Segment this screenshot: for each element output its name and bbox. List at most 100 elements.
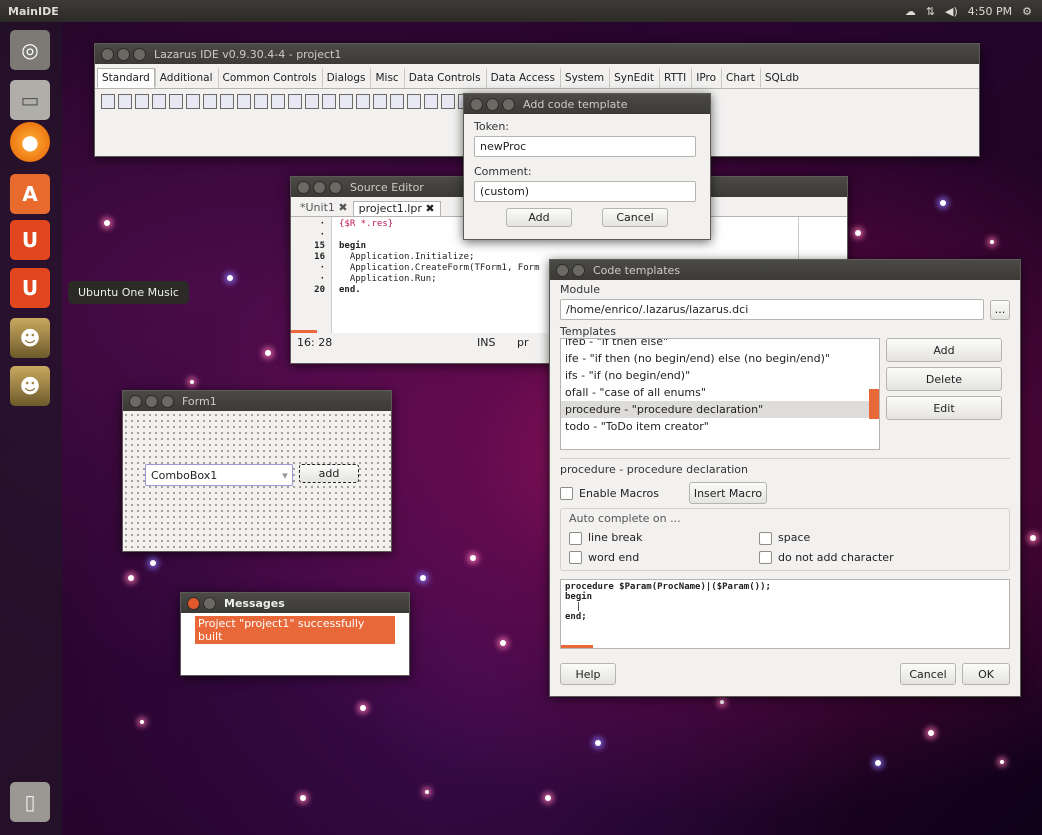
component-icon[interactable] (118, 94, 132, 109)
close-icon[interactable] (101, 47, 114, 61)
palette-tab[interactable]: IPro (691, 68, 721, 88)
cancel-button[interactable]: Cancel (602, 208, 668, 227)
close-icon[interactable]: ✖ (425, 202, 434, 215)
help-button[interactable]: Help (560, 663, 616, 685)
network-icon[interactable]: ⇅ (926, 5, 935, 18)
template-item[interactable]: ifs - "if (no begin/end)" (561, 367, 879, 384)
maximize-icon[interactable] (329, 180, 342, 194)
templates-list[interactable]: ifeb - "if then else" ife - "if then (no … (560, 338, 880, 450)
component-icon[interactable] (271, 94, 285, 109)
component-icon[interactable] (288, 94, 302, 109)
checkbox-box[interactable] (569, 551, 582, 564)
component-icon[interactable] (305, 94, 319, 109)
component-icon[interactable] (254, 94, 268, 109)
firefox-icon[interactable]: ● (10, 122, 50, 162)
module-path-input[interactable]: /home/enrico/.lazarus/lazarus.dci (560, 299, 984, 320)
palette-tab[interactable]: Standard (97, 68, 155, 88)
maximize-icon[interactable] (502, 97, 515, 111)
design-grid[interactable]: ComboBox1 ▾ add (123, 412, 391, 551)
checkbox-box[interactable] (759, 531, 772, 545)
checkbox-box[interactable] (759, 551, 772, 564)
delete-button[interactable]: Delete (886, 367, 1002, 391)
template-item[interactable]: procedure - "procedure declaration" (561, 401, 879, 418)
component-icon[interactable] (441, 94, 455, 109)
component-icon[interactable] (407, 94, 421, 109)
token-input[interactable]: newProc (474, 136, 696, 157)
minimize-icon[interactable] (313, 180, 326, 194)
component-icon[interactable] (135, 94, 149, 109)
palette-tab[interactable]: System (559, 68, 609, 88)
palette-tab[interactable]: Additional (154, 68, 218, 88)
template-item[interactable]: ofall - "case of all enums" (561, 384, 879, 401)
palette-tab[interactable]: Data Access (485, 68, 560, 88)
ok-button[interactable]: OK (962, 663, 1010, 685)
scrollbar-thumb[interactable] (869, 389, 879, 419)
volume-icon[interactable]: ◀) (945, 5, 958, 18)
component-icon[interactable] (237, 94, 251, 109)
template-item[interactable]: ife - "if then (no begin/end) else (no b… (561, 350, 879, 367)
close-icon[interactable] (129, 394, 142, 408)
word-end-checkbox[interactable]: word end (569, 551, 759, 564)
editor-tab[interactable]: project1.lpr ✖ (352, 201, 441, 216)
palette-tab[interactable]: SQLdb (759, 68, 804, 88)
close-icon[interactable] (297, 180, 310, 194)
add-button[interactable]: add (299, 464, 359, 483)
files-icon[interactable]: ▭ (10, 80, 50, 120)
edit-button[interactable]: Edit (886, 396, 1002, 420)
clock[interactable]: 4:50 PM (968, 5, 1012, 18)
minimize-icon[interactable] (145, 394, 158, 408)
palette-tab[interactable]: Common Controls (217, 68, 322, 88)
checkbox-box[interactable] (569, 531, 582, 545)
palette-tab[interactable]: RTTI (658, 68, 691, 88)
close-icon[interactable] (187, 596, 200, 610)
space-checkbox[interactable]: space (759, 531, 1001, 545)
template-item[interactable]: ifeb - "if then else" (561, 339, 879, 350)
lazarus-icon[interactable]: ☻ (10, 366, 50, 406)
minimize-icon[interactable] (117, 47, 130, 61)
palette-tab[interactable]: Misc (370, 68, 403, 88)
component-icon[interactable] (152, 94, 166, 109)
palette-tab[interactable]: Data Controls (403, 68, 486, 88)
enable-macros-checkbox[interactable]: Enable Macros (560, 486, 659, 500)
add-button[interactable]: Add (886, 338, 1002, 362)
trash-icon[interactable]: ▯ (10, 782, 50, 822)
add-button[interactable]: Add (506, 208, 572, 227)
component-icon[interactable] (101, 94, 115, 109)
close-icon[interactable]: ✖ (338, 201, 347, 214)
comment-input[interactable]: (custom) (474, 181, 696, 202)
minimize-icon[interactable] (486, 97, 499, 111)
chevron-down-icon[interactable]: ▾ (278, 469, 292, 482)
component-icon[interactable] (203, 94, 217, 109)
palette-tab[interactable]: SynEdit (609, 68, 659, 88)
component-icon[interactable] (322, 94, 336, 109)
component-icon[interactable] (169, 94, 183, 109)
component-icon[interactable] (373, 94, 387, 109)
cancel-button[interactable]: Cancel (900, 663, 956, 685)
minimize-icon[interactable] (572, 263, 585, 277)
palette-tab[interactable]: Chart (721, 68, 760, 88)
line-break-checkbox[interactable]: line break (569, 531, 759, 545)
component-icon[interactable] (220, 94, 234, 109)
ubuntu-logo-icon[interactable]: ◎ (10, 30, 50, 70)
lazarus-icon[interactable]: ☻ (10, 318, 50, 358)
component-icon[interactable] (356, 94, 370, 109)
close-icon[interactable] (470, 97, 483, 111)
component-icon[interactable] (390, 94, 404, 109)
template-code-editor[interactable]: procedure $Param(ProcName)|($Param()); b… (560, 579, 1010, 649)
component-icon[interactable] (424, 94, 438, 109)
gear-icon[interactable]: ⚙ (1022, 5, 1032, 18)
checkbox-box[interactable] (560, 486, 573, 500)
minimize-icon[interactable] (203, 596, 216, 610)
message-line[interactable]: Project "project1" successfully built (195, 616, 395, 644)
palette-tab[interactable]: Dialogs (321, 68, 371, 88)
template-item[interactable]: todo - "ToDo item creator" (561, 418, 879, 435)
software-center-icon[interactable]: A (10, 174, 50, 214)
ubuntu-one-icon[interactable]: U (10, 220, 50, 260)
ubuntu-one-music-icon[interactable]: U (10, 268, 50, 308)
close-icon[interactable] (556, 263, 569, 277)
no-char-checkbox[interactable]: do not add character (759, 551, 1001, 564)
maximize-icon[interactable] (133, 47, 146, 61)
combobox[interactable]: ComboBox1 ▾ (145, 464, 293, 486)
maximize-icon[interactable] (161, 394, 174, 408)
editor-tab[interactable]: *Unit1 ✖ (295, 201, 353, 216)
